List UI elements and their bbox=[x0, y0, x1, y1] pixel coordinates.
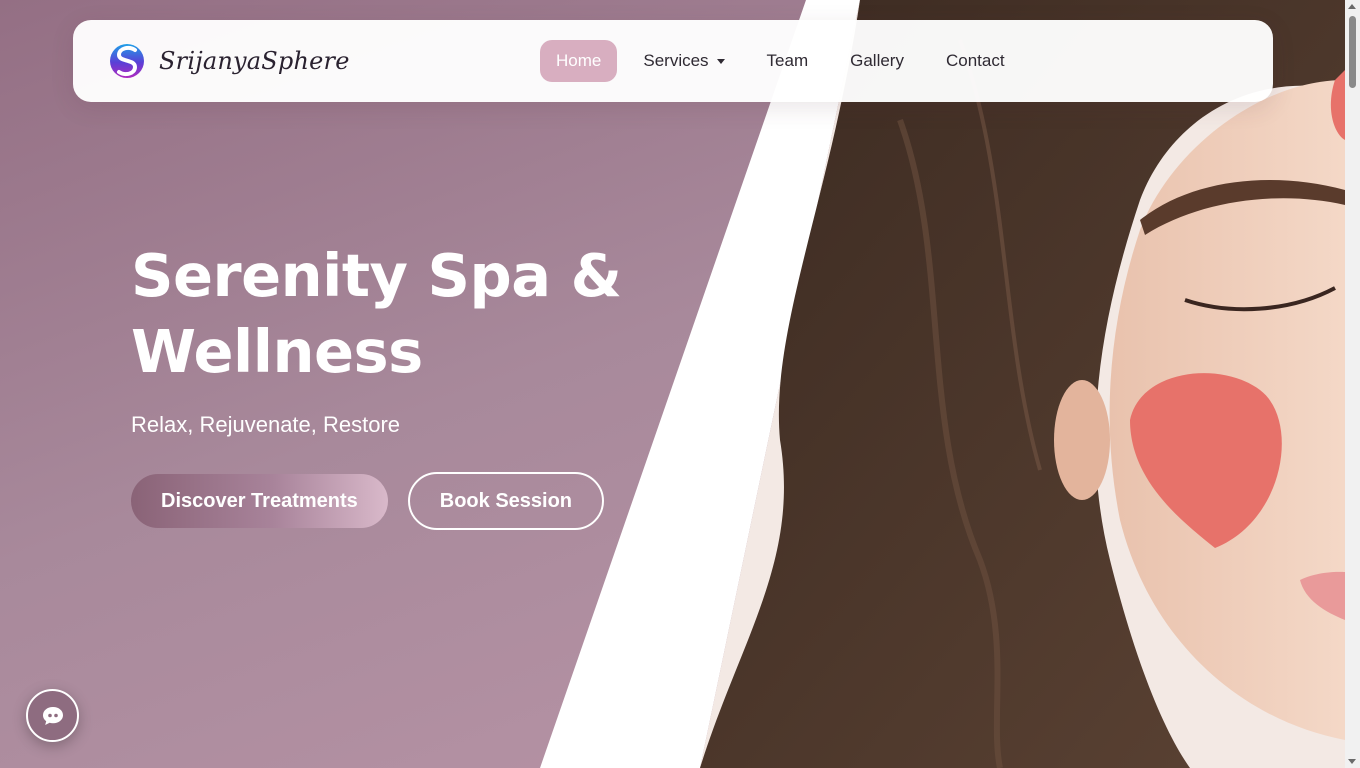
chat-button[interactable] bbox=[26, 689, 79, 742]
nav-links: Home Services Team Gallery Contact bbox=[540, 40, 1031, 82]
chevron-down-icon bbox=[716, 58, 725, 64]
nav-home[interactable]: Home bbox=[540, 40, 618, 82]
s-swirl-logo-icon bbox=[110, 44, 144, 78]
nav-gallery-label: Gallery bbox=[850, 51, 904, 70]
nav-contact-label: Contact bbox=[945, 51, 1005, 70]
brand-name: SrijanyaSphere bbox=[159, 47, 350, 75]
nav-gallery[interactable]: Gallery bbox=[834, 40, 920, 82]
scroll-up-arrow-icon[interactable] bbox=[1348, 4, 1356, 9]
hero-title: Serenity Spa & Wellness bbox=[131, 238, 691, 390]
book-session-button[interactable]: Book Session bbox=[407, 472, 605, 530]
nav-contact[interactable]: Contact bbox=[930, 40, 1021, 82]
chat-bubble-icon bbox=[42, 706, 63, 725]
brand[interactable]: SrijanyaSphere bbox=[109, 37, 350, 85]
discover-treatments-button[interactable]: Discover Treatments bbox=[131, 474, 388, 528]
nav-services-label: Services bbox=[643, 51, 709, 70]
nav-team[interactable]: Team bbox=[751, 40, 825, 82]
hero-buttons: Discover Treatments Book Session bbox=[131, 472, 691, 530]
hero-content: Serenity Spa & Wellness Relax, Rejuvenat… bbox=[131, 238, 691, 530]
nav-home-label: Home bbox=[556, 51, 602, 70]
nav-services[interactable]: Services bbox=[627, 40, 740, 82]
hero-title-line1: Serenity Spa & bbox=[131, 241, 622, 310]
page-scrollbar[interactable] bbox=[1345, 0, 1360, 768]
nav-team-label: Team bbox=[766, 51, 809, 70]
scroll-down-arrow-icon[interactable] bbox=[1348, 759, 1356, 764]
navbar: SrijanyaSphere Home Services Team Galler… bbox=[73, 20, 1273, 102]
hero-title-line2: Wellness bbox=[131, 317, 423, 386]
hero-subtitle: Relax, Rejuvenate, Restore bbox=[131, 412, 401, 437]
scroll-thumb[interactable] bbox=[1349, 16, 1356, 88]
